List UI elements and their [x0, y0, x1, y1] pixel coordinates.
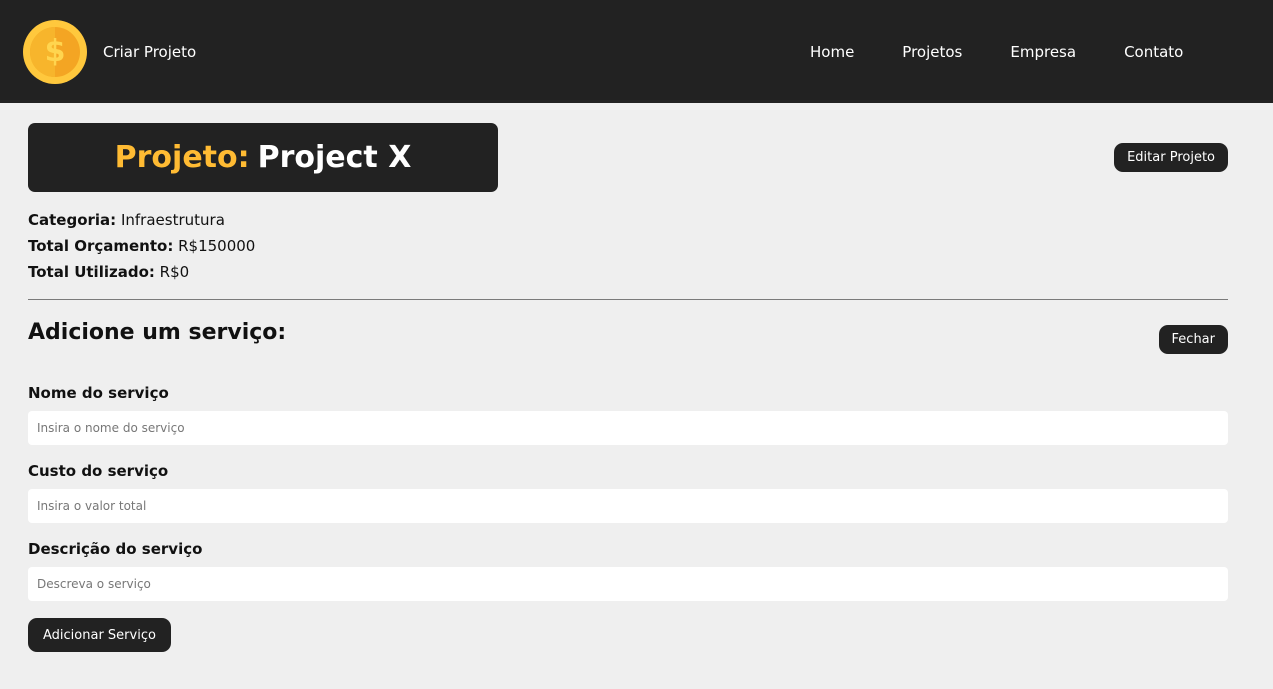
nav-link-projetos[interactable]: Projetos	[902, 43, 962, 61]
service-form: Nome do serviço Custo do serviço Descriç…	[28, 384, 1228, 652]
service-name-label: Nome do serviço	[28, 384, 169, 402]
edit-project-button[interactable]: Editar Projeto	[1114, 143, 1228, 172]
project-info: Categoria: Infraestrutura Total Orçament…	[28, 207, 1228, 285]
close-button[interactable]: Fechar	[1158, 325, 1228, 354]
nav-link-contato[interactable]: Contato	[1124, 43, 1183, 61]
section-divider	[28, 299, 1228, 300]
used-value: R$0	[159, 263, 190, 281]
service-name-input[interactable]	[28, 411, 1228, 445]
nav-links: Home Projetos Empresa Contato	[810, 0, 1231, 103]
create-project-link[interactable]: Criar Projeto	[103, 43, 196, 61]
project-title-name: Project X	[257, 140, 412, 175]
navbar: $ Criar Projeto Home Projetos Empresa Co…	[0, 0, 1273, 103]
budget-label: Total Orçamento:	[28, 237, 174, 255]
service-desc-label: Descrição do serviço	[28, 540, 203, 558]
service-cost-label: Custo do serviço	[28, 462, 169, 480]
used-row: Total Utilizado: R$0	[28, 259, 1228, 285]
dollar-icon: $	[30, 26, 80, 77]
coin-logo-icon[interactable]: $	[23, 19, 87, 84]
service-heading: Adicione um serviço:	[28, 320, 287, 345]
service-section-header: Adicione um serviço: Fechar	[28, 320, 1228, 354]
category-row: Categoria: Infraestrutura	[28, 207, 1228, 233]
category-value: Infraestrutura	[120, 211, 225, 229]
main-content: Projeto: Project X Editar Projeto Catego…	[0, 103, 1273, 652]
category-label: Categoria:	[28, 211, 117, 229]
service-cost-input[interactable]	[28, 489, 1228, 523]
budget-value: R$150000	[178, 237, 256, 255]
budget-row: Total Orçamento: R$150000	[28, 233, 1228, 259]
project-header: Projeto: Project X Editar Projeto	[28, 123, 1228, 192]
nav-link-home[interactable]: Home	[810, 43, 854, 61]
used-label: Total Utilizado:	[28, 263, 155, 281]
add-service-button[interactable]: Adicionar Serviço	[28, 618, 171, 652]
nav-link-empresa[interactable]: Empresa	[1010, 43, 1076, 61]
project-title: Projeto: Project X	[28, 123, 498, 192]
project-title-prefix: Projeto:	[114, 140, 250, 175]
service-desc-input[interactable]	[28, 567, 1228, 601]
logo-symbol: $	[44, 34, 66, 69]
